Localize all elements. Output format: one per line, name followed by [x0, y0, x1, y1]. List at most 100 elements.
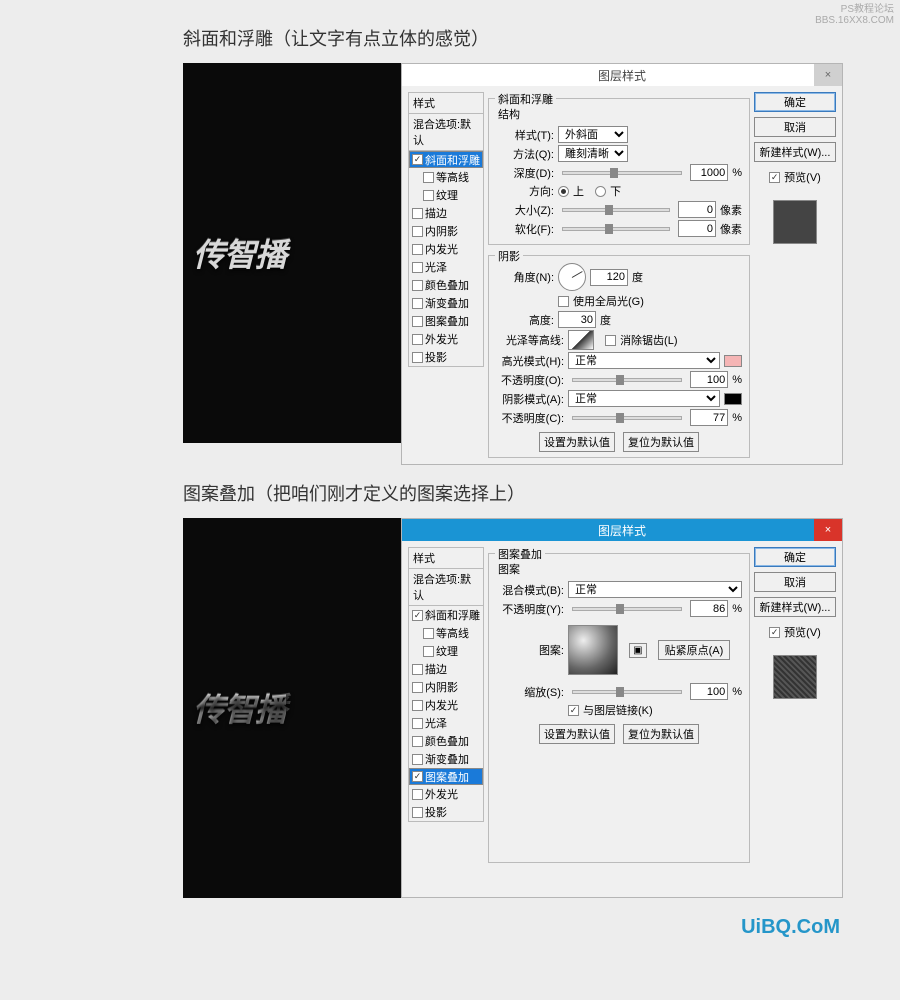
style-item-pattern-overlay[interactable]: 图案叠加 [409, 312, 483, 330]
highlight-opacity-input[interactable] [690, 371, 728, 388]
blend-options[interactable]: 混合选项:默认 [408, 569, 484, 606]
checkbox-icon[interactable] [412, 298, 423, 309]
shadow-opacity-input[interactable] [690, 409, 728, 426]
style-item-gradient-overlay[interactable]: 渐变叠加 [409, 750, 483, 768]
pattern-picker[interactable] [568, 625, 618, 675]
cancel-button[interactable]: 取消 [754, 572, 836, 592]
global-light-checkbox[interactable] [558, 296, 569, 307]
ok-button[interactable]: 确定 [754, 547, 836, 567]
checkbox-icon[interactable] [412, 664, 423, 675]
highlight-color-swatch[interactable] [724, 355, 742, 367]
close-icon[interactable]: × [814, 519, 842, 541]
style-item-pattern-overlay[interactable]: ✓图案叠加 [409, 768, 483, 785]
style-combo[interactable]: 外斜面 [558, 126, 628, 143]
shadow-mode-combo[interactable]: 正常 [568, 390, 720, 407]
depth-slider[interactable] [562, 171, 682, 175]
depth-input[interactable] [690, 164, 728, 181]
close-icon[interactable]: × [814, 64, 842, 86]
style-item-contour[interactable]: 等高线 [409, 168, 483, 186]
highlight-mode-combo[interactable]: 正常 [568, 352, 720, 369]
blend-options[interactable]: 混合选项:默认 [408, 114, 484, 151]
style-item-bevel[interactable]: ✓斜面和浮雕 [409, 151, 483, 168]
checkbox-icon[interactable]: ✓ [412, 154, 423, 165]
style-item-outer-glow[interactable]: 外发光 [409, 785, 483, 803]
blend-mode-combo[interactable]: 正常 [568, 581, 742, 598]
shadow-color-swatch[interactable] [724, 393, 742, 405]
checkbox-icon[interactable] [412, 736, 423, 747]
scale-input[interactable] [690, 683, 728, 700]
radio-up[interactable] [558, 186, 569, 197]
style-item-gradient-overlay[interactable]: 渐变叠加 [409, 294, 483, 312]
checkbox-icon[interactable] [423, 190, 434, 201]
cancel-button[interactable]: 取消 [754, 117, 836, 137]
checkbox-icon[interactable] [423, 628, 434, 639]
angle-dial[interactable] [558, 263, 586, 291]
checkbox-icon[interactable] [412, 262, 423, 273]
style-item-color-overlay[interactable]: 颜色叠加 [409, 276, 483, 294]
style-item-inner-shadow[interactable]: 内阴影 [409, 222, 483, 240]
style-item-texture[interactable]: 纹理 [409, 186, 483, 204]
style-item-stroke[interactable]: 描边 [409, 204, 483, 222]
checkbox-icon[interactable] [412, 807, 423, 818]
size-slider[interactable] [562, 208, 670, 212]
style-item-outer-glow[interactable]: 外发光 [409, 330, 483, 348]
checkbox-icon[interactable] [412, 352, 423, 363]
link-checkbox[interactable]: ✓ [568, 705, 579, 716]
soften-slider[interactable] [562, 227, 670, 231]
style-item-inner-shadow[interactable]: 内阴影 [409, 678, 483, 696]
scale-slider[interactable] [572, 690, 682, 694]
checkbox-icon[interactable] [412, 244, 423, 255]
shadow-opacity-slider[interactable] [572, 416, 682, 420]
checkbox-icon[interactable] [412, 316, 423, 327]
checkbox-icon[interactable]: ✓ [412, 771, 423, 782]
snap-origin-button[interactable]: 贴紧原点(A) [658, 640, 731, 660]
preview-checkbox[interactable]: ✓ [769, 172, 780, 183]
ok-button[interactable]: 确定 [754, 92, 836, 112]
checkbox-icon[interactable] [412, 718, 423, 729]
set-default-button[interactable]: 设置为默认值 [539, 432, 615, 452]
style-item-stroke[interactable]: 描边 [409, 660, 483, 678]
checkbox-icon[interactable] [412, 226, 423, 237]
style-item-satin[interactable]: 光泽 [409, 714, 483, 732]
style-item-color-overlay[interactable]: 颜色叠加 [409, 732, 483, 750]
new-style-button[interactable]: 新建样式(W)... [754, 597, 836, 617]
style-item-satin[interactable]: 光泽 [409, 258, 483, 276]
style-item-bevel[interactable]: ✓斜面和浮雕 [409, 606, 483, 624]
set-default-button[interactable]: 设置为默认值 [539, 724, 615, 744]
checkbox-icon[interactable] [412, 334, 423, 345]
checkbox-icon[interactable] [423, 646, 434, 657]
reset-default-button[interactable]: 复位为默认值 [623, 432, 699, 452]
new-preset-icon[interactable]: ▣ [629, 643, 646, 658]
shadow-mode-label: 阴影模式(A): [496, 391, 564, 407]
settings-panel: 斜面和浮雕 结构 样式(T):外斜面 方法(Q):雕刻清晰 深度(D):% 方向… [488, 92, 750, 458]
gloss-contour[interactable] [568, 330, 594, 350]
checkbox-icon[interactable] [423, 172, 434, 183]
new-style-button[interactable]: 新建样式(W)... [754, 142, 836, 162]
technique-combo[interactable]: 雕刻清晰 [558, 145, 628, 162]
size-input[interactable] [678, 201, 716, 218]
style-item-drop-shadow[interactable]: 投影 [409, 803, 483, 821]
checkbox-icon[interactable] [412, 682, 423, 693]
radio-down[interactable] [595, 186, 606, 197]
style-item-contour[interactable]: 等高线 [409, 624, 483, 642]
opacity-slider[interactable] [572, 607, 682, 611]
checkbox-icon[interactable] [412, 754, 423, 765]
angle-input[interactable] [590, 269, 628, 286]
soften-input[interactable] [678, 220, 716, 237]
altitude-input[interactable] [558, 311, 596, 328]
reset-default-button[interactable]: 复位为默认值 [623, 724, 699, 744]
style-item-inner-glow[interactable]: 内发光 [409, 696, 483, 714]
preview-checkbox[interactable]: ✓ [769, 627, 780, 638]
checkbox-icon[interactable]: ✓ [412, 610, 423, 621]
checkbox-icon[interactable] [412, 208, 423, 219]
style-item-texture[interactable]: 纹理 [409, 642, 483, 660]
checkbox-icon[interactable] [412, 280, 423, 291]
style-item-inner-glow[interactable]: 内发光 [409, 240, 483, 258]
checkbox-icon[interactable] [412, 700, 423, 711]
antialias-checkbox[interactable] [605, 335, 616, 346]
opacity-input[interactable] [690, 600, 728, 617]
checkbox-icon[interactable] [412, 789, 423, 800]
size-label: 大小(Z): [496, 202, 554, 218]
highlight-opacity-slider[interactable] [572, 378, 682, 382]
style-item-drop-shadow[interactable]: 投影 [409, 348, 483, 366]
